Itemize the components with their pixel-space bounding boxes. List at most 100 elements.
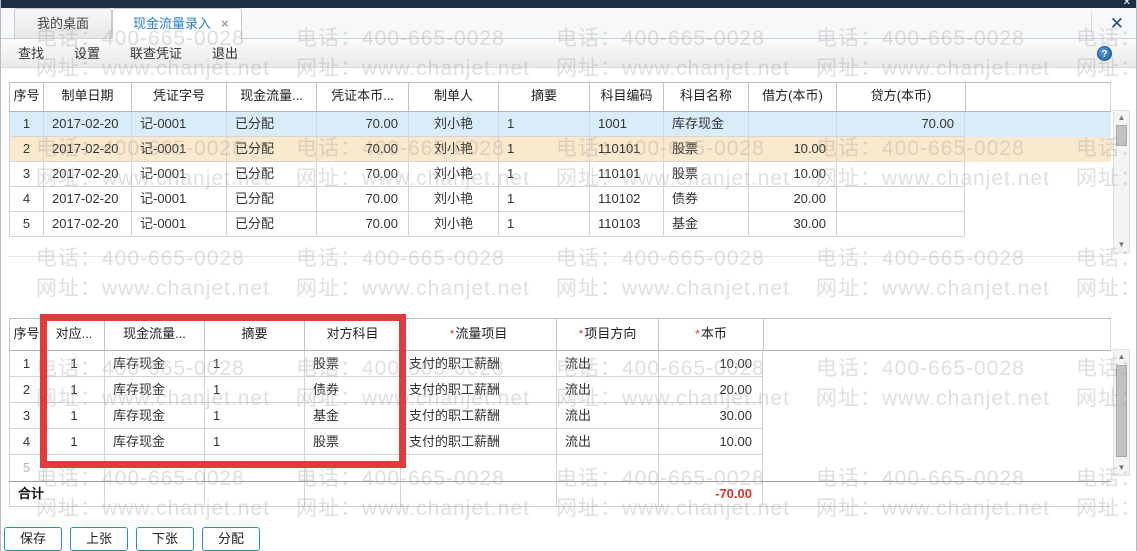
tab-item-0[interactable]: 我的桌面 — [14, 8, 112, 38]
table-cell[interactable]: 1 — [9, 351, 43, 377]
allocate-button[interactable]: 分配 — [202, 527, 260, 551]
table-cell[interactable]: 70.00 — [316, 212, 408, 237]
table-cell[interactable]: 110101 — [589, 137, 663, 162]
help-icon[interactable]: ? — [1097, 46, 1112, 61]
table-cell[interactable]: 债券 — [663, 187, 748, 212]
table-cell[interactable]: 70.00 — [316, 112, 408, 137]
table-cell[interactable]: 1 — [9, 112, 43, 137]
table-cell[interactable] — [400, 455, 556, 481]
table-cell[interactable]: 基金 — [304, 403, 400, 429]
voucher-grid-row[interactable]: 52017-02-20记-0001已分配70.00刘小艳1110103基金30.… — [9, 212, 1111, 237]
table-cell[interactable]: 1 — [43, 429, 104, 455]
table-cell[interactable]: 刘小艳 — [408, 212, 498, 237]
table-cell[interactable]: 股票 — [304, 351, 400, 377]
detail-grid-scrollbar[interactable]: ▲ ▼ — [1113, 349, 1130, 476]
toolbar-item-3[interactable]: 退出 — [212, 39, 238, 68]
close-all-tabs-icon[interactable]: ✕ — [1091, 11, 1124, 37]
table-cell[interactable]: 30.00 — [748, 212, 836, 237]
table-cell[interactable]: 1 — [204, 403, 304, 429]
table-cell[interactable]: 1 — [43, 403, 104, 429]
detail-grid-row[interactable]: 41库存现金1股票支付的职工薪酬流出10.00 — [9, 429, 1111, 455]
save-button[interactable]: 保存 — [4, 527, 62, 551]
table-cell[interactable]: 2 — [9, 137, 43, 162]
table-cell[interactable]: 5 — [9, 212, 43, 237]
table-cell[interactable]: 20.00 — [658, 377, 763, 403]
table-cell[interactable] — [836, 212, 965, 237]
table-cell[interactable]: 记-0001 — [131, 112, 226, 137]
table-cell[interactable]: 支付的职工薪酬 — [400, 429, 556, 455]
table-cell[interactable]: 1001 — [589, 112, 663, 137]
table-cell[interactable]: 流出 — [556, 351, 658, 377]
table-cell[interactable]: 刘小艳 — [408, 137, 498, 162]
table-cell[interactable]: 2017-02-20 — [43, 212, 131, 237]
table-cell[interactable]: 股票 — [304, 429, 400, 455]
table-cell[interactable]: 70.00 — [316, 187, 408, 212]
table-cell[interactable]: 1 — [498, 162, 589, 187]
table-cell[interactable]: 1 — [498, 112, 589, 137]
table-cell[interactable]: 支付的职工薪酬 — [400, 403, 556, 429]
scroll-up-icon[interactable]: ▲ — [1114, 111, 1129, 125]
table-cell[interactable]: 1 — [498, 187, 589, 212]
voucher-grid-scrollbar[interactable]: ▲ ▼ — [1113, 110, 1130, 253]
table-cell[interactable]: 债券 — [304, 377, 400, 403]
table-cell[interactable] — [836, 187, 965, 212]
table-cell[interactable]: 110101 — [589, 162, 663, 187]
table-cell[interactable]: 1 — [498, 137, 589, 162]
tab-active-1[interactable]: 现金流量录入× — [112, 8, 242, 39]
table-cell[interactable] — [104, 455, 204, 481]
table-cell[interactable]: 库存现金 — [104, 351, 204, 377]
table-cell[interactable]: 1 — [204, 429, 304, 455]
table-cell[interactable] — [204, 455, 304, 481]
toolbar-item-1[interactable]: 设置 — [74, 39, 100, 68]
table-cell[interactable]: 70.00 — [316, 162, 408, 187]
table-cell[interactable]: 库存现金 — [104, 377, 204, 403]
table-cell[interactable]: 20.00 — [748, 187, 836, 212]
table-cell[interactable]: 记-0001 — [131, 187, 226, 212]
table-cell[interactable]: 10.00 — [658, 429, 763, 455]
table-cell[interactable]: 70.00 — [836, 112, 965, 137]
table-cell[interactable]: 股票 — [663, 162, 748, 187]
toolbar-item-2[interactable]: 联查凭证 — [130, 39, 182, 68]
detail-grid-row[interactable]: 11库存现金1股票支付的职工薪酬流出10.00 — [9, 351, 1111, 377]
table-cell[interactable]: 3 — [9, 403, 43, 429]
table-cell[interactable]: 110103 — [589, 212, 663, 237]
table-cell[interactable]: 已分配 — [226, 112, 316, 137]
voucher-grid-row[interactable]: 22017-02-20记-0001已分配70.00刘小艳1110101股票10.… — [9, 137, 1111, 162]
table-cell[interactable] — [304, 455, 400, 481]
table-cell[interactable]: 2 — [9, 377, 43, 403]
table-cell[interactable]: 70.00 — [316, 137, 408, 162]
scrollbar-thumb[interactable] — [1116, 365, 1127, 457]
detail-grid-row[interactable]: 5 — [9, 455, 1111, 481]
table-cell[interactable]: 库存现金 — [663, 112, 748, 137]
table-cell[interactable]: 10.00 — [748, 162, 836, 187]
prev-voucher-button[interactable]: 上张 — [70, 527, 128, 551]
table-cell[interactable]: 流出 — [556, 429, 658, 455]
table-cell[interactable]: 30.00 — [658, 403, 763, 429]
table-cell[interactable] — [748, 112, 836, 137]
table-cell[interactable]: 记-0001 — [131, 212, 226, 237]
table-cell[interactable]: 3 — [9, 162, 43, 187]
table-cell[interactable]: 已分配 — [226, 162, 316, 187]
toolbar-item-0[interactable]: 查找 — [18, 39, 44, 68]
table-cell[interactable]: 2017-02-20 — [43, 137, 131, 162]
scroll-down-icon[interactable]: ▼ — [1114, 238, 1129, 252]
table-cell[interactable] — [556, 455, 658, 481]
table-cell[interactable]: 刘小艳 — [408, 187, 498, 212]
table-cell[interactable]: 已分配 — [226, 187, 316, 212]
table-cell[interactable]: 4 — [9, 429, 43, 455]
table-cell[interactable]: 1 — [204, 351, 304, 377]
table-cell[interactable]: 10.00 — [658, 351, 763, 377]
table-cell[interactable] — [43, 455, 104, 481]
table-cell[interactable]: 1 — [43, 351, 104, 377]
table-cell[interactable]: 股票 — [663, 137, 748, 162]
table-cell[interactable] — [658, 455, 763, 481]
voucher-grid-row[interactable]: 12017-02-20记-0001已分配70.00刘小艳11001库存现金70.… — [9, 112, 1111, 137]
table-cell[interactable]: 1 — [43, 377, 104, 403]
table-cell[interactable]: 5 — [9, 455, 43, 481]
table-cell[interactable]: 已分配 — [226, 212, 316, 237]
table-cell[interactable]: 刘小艳 — [408, 162, 498, 187]
table-cell[interactable]: 记-0001 — [131, 162, 226, 187]
table-cell[interactable]: 流出 — [556, 377, 658, 403]
table-cell[interactable] — [836, 137, 965, 162]
table-cell[interactable]: 库存现金 — [104, 429, 204, 455]
